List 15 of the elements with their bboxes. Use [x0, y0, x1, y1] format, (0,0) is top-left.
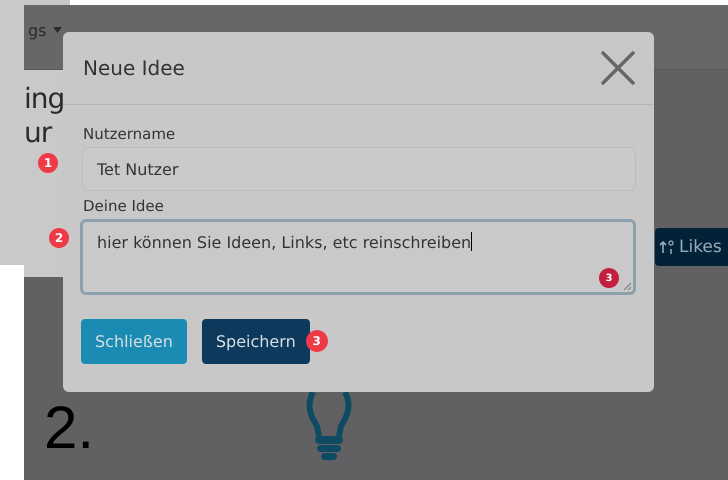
page-heading: ing — [24, 82, 64, 116]
close-icon[interactable] — [601, 51, 635, 85]
field-label: Nutzername — [83, 125, 176, 143]
sort-icon — [659, 239, 675, 255]
page-heading: ur — [24, 116, 52, 150]
text-field[interactable]: Tet Nutzer — [82, 147, 636, 191]
caret-icon — [52, 27, 62, 33]
textarea-text: hier können Sie Ideen, Links, etc reinschreiben — [97, 233, 472, 252]
field-label: Deine Idee — [83, 197, 165, 215]
likes-button[interactable]: Likes — [655, 228, 728, 266]
step-number: 2. — [44, 393, 94, 463]
resize-handle-icon[interactable] — [623, 282, 631, 290]
dialog-title: Neue Idee — [83, 56, 185, 80]
dialog-button[interactable]: Speichern — [202, 319, 310, 364]
step-marker: 2 — [49, 228, 69, 248]
